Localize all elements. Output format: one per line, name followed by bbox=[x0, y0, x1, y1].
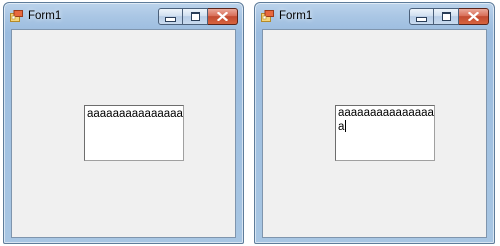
winforms-app-icon bbox=[261, 10, 274, 22]
maximize-button[interactable] bbox=[434, 8, 459, 25]
textbox-line-2: a bbox=[338, 121, 345, 133]
caption-buttons bbox=[158, 8, 238, 25]
minimize-button[interactable] bbox=[158, 8, 183, 25]
multiline-textbox[interactable]: aaaaaaaaaaaaaaaa bbox=[84, 105, 184, 161]
maximize-icon bbox=[190, 12, 200, 21]
caption-buttons bbox=[409, 8, 489, 25]
close-icon bbox=[217, 12, 228, 21]
close-button[interactable] bbox=[208, 8, 238, 25]
minimize-button[interactable] bbox=[409, 8, 434, 25]
title-bar[interactable]: Form1 bbox=[255, 3, 494, 30]
form-window-left: Form1 aaaaaaaaaaaaaaaa bbox=[3, 2, 244, 244]
maximize-icon bbox=[441, 12, 451, 21]
minimize-icon bbox=[416, 17, 427, 22]
close-button[interactable] bbox=[459, 8, 489, 25]
multiline-textbox[interactable]: aaaaaaaaaaaaaaaa a bbox=[335, 105, 435, 161]
window-title: Form1 bbox=[279, 10, 313, 22]
form-client-area: aaaaaaaaaaaaaaaa bbox=[11, 29, 236, 238]
minimize-icon bbox=[165, 17, 176, 22]
maximize-button[interactable] bbox=[183, 8, 208, 25]
title-bar[interactable]: Form1 bbox=[4, 3, 243, 30]
textbox-line-1: aaaaaaaaaaaaaaaa bbox=[338, 107, 435, 119]
text-caret bbox=[345, 120, 347, 132]
close-icon bbox=[468, 12, 479, 21]
form-window-right: Form1 aaaaaaaaaaaaaaaa a bbox=[254, 2, 495, 244]
form-client-area: aaaaaaaaaaaaaaaa a bbox=[262, 29, 487, 238]
winforms-app-icon bbox=[10, 10, 23, 22]
window-title: Form1 bbox=[28, 10, 62, 22]
textbox-line-1: aaaaaaaaaaaaaaaa bbox=[87, 108, 184, 120]
